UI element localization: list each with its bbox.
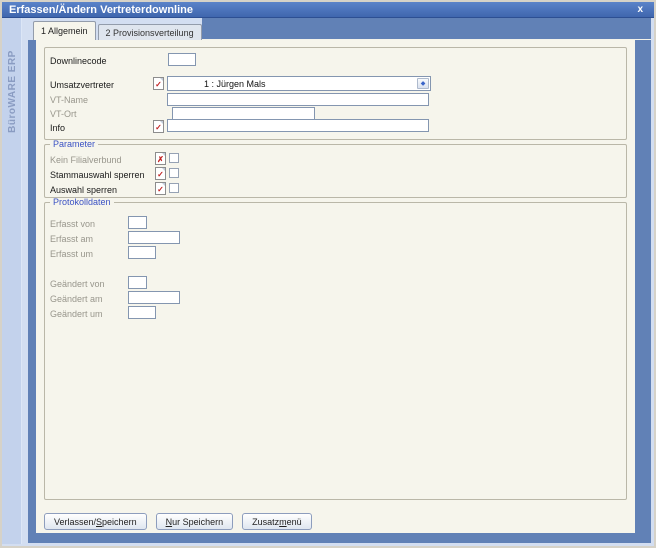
tabs-wrap: 1 Allgemein 2 Provisionsverteilung <box>28 18 202 40</box>
kein-filialverbund-flag-icon[interactable]: ✗ <box>155 152 166 165</box>
brand-box: BüroWARE ERP <box>2 36 22 146</box>
geaendert-um-label: Geändert um <box>50 309 103 319</box>
stammauswahl-sperren-label: Stammauswahl sperren <box>50 170 145 180</box>
umsatzvertreter-label: Umsatzvertreter <box>50 80 114 90</box>
tab-bar-filler <box>202 18 651 40</box>
umsatzvertreter-value: 1 : Jürgen Mals <box>204 79 266 89</box>
kein-filialverbund-label: Kein Filialverbund <box>50 155 122 165</box>
window-title: Erfassen/Ändern Vertreterdownline <box>2 4 193 16</box>
stammauswahl-sperren-checkbox[interactable] <box>169 168 179 178</box>
combo-dropdown-button[interactable]: ◆ <box>417 78 429 89</box>
check-icon: ✓ <box>154 122 163 132</box>
vt-name-label: VT-Name <box>50 95 88 105</box>
button-row: Verlassen/Speichern Nur Speichern Zusatz… <box>44 513 312 530</box>
auswahl-sperren-flag-icon[interactable]: ✓ <box>155 182 166 195</box>
title-bar: Erfassen/Ändern Vertreterdownline x <box>2 2 654 18</box>
geaendert-von-input[interactable] <box>128 276 147 289</box>
erfasst-am-label: Erfasst am <box>50 234 93 244</box>
dialog-panel: 1 Allgemein 2 Provisionsverteilung Downl… <box>28 18 651 543</box>
kein-filialverbund-checkbox[interactable] <box>169 153 179 163</box>
close-icon[interactable]: x <box>637 5 643 15</box>
tab-content-allgemein: Downlinecode Umsatzvertreter ✓ 1 : Jürge… <box>36 40 635 533</box>
dropdown-diamond-icon: ◆ <box>421 81 426 87</box>
app-window: Erfassen/Ändern Vertreterdownline x Büro… <box>2 2 654 546</box>
auswahl-sperren-checkbox[interactable] <box>169 183 179 193</box>
tab-bar: 1 Allgemein 2 Provisionsverteilung <box>28 18 651 40</box>
downlinecode-input[interactable] <box>168 53 196 66</box>
info-edit-icon[interactable]: ✓ <box>153 120 164 133</box>
tab-allgemein[interactable]: 1 Allgemein <box>33 21 96 40</box>
protokolldaten-legend: Protokolldaten <box>50 198 114 207</box>
erfasst-von-input[interactable] <box>128 216 147 229</box>
info-label: Info <box>50 123 65 133</box>
verlassen-speichern-button[interactable]: Verlassen/Speichern <box>44 513 147 530</box>
brand-strip: BüroWARE ERP <box>2 18 22 544</box>
stammauswahl-sperren-flag-icon[interactable]: ✓ <box>155 167 166 180</box>
info-input[interactable] <box>167 119 429 132</box>
erfasst-um-label: Erfasst um <box>50 249 93 259</box>
geaendert-am-label: Geändert am <box>50 294 103 304</box>
erfasst-am-input[interactable] <box>128 231 180 244</box>
check-icon: ✓ <box>156 169 165 179</box>
tab-provisionsverteilung[interactable]: 2 Provisionsverteilung <box>98 24 202 40</box>
vt-ort-label: VT-Ort <box>50 109 77 119</box>
brand-text: BüroWARE ERP <box>7 50 18 133</box>
erfasst-von-label: Erfasst von <box>50 219 95 229</box>
auswahl-sperren-label: Auswahl sperren <box>50 185 117 195</box>
umsatzvertreter-edit-icon[interactable]: ✓ <box>153 77 164 90</box>
geaendert-am-input[interactable] <box>128 291 180 304</box>
umsatzvertreter-combobox[interactable]: 1 : Jürgen Mals ◆ <box>167 76 431 91</box>
downlinecode-label: Downlinecode <box>50 56 107 66</box>
erfasst-um-input[interactable] <box>128 246 156 259</box>
cross-icon: ✗ <box>156 154 165 164</box>
geaendert-von-label: Geändert von <box>50 279 105 289</box>
check-icon: ✓ <box>156 184 165 194</box>
parameter-legend: Parameter <box>50 140 98 149</box>
vt-name-input[interactable] <box>167 93 429 106</box>
check-icon: ✓ <box>154 79 163 89</box>
nur-speichern-button[interactable]: Nur Speichern <box>156 513 234 530</box>
geaendert-um-input[interactable] <box>128 306 156 319</box>
zusatzmenue-button[interactable]: Zusatzmenü <box>242 513 312 530</box>
